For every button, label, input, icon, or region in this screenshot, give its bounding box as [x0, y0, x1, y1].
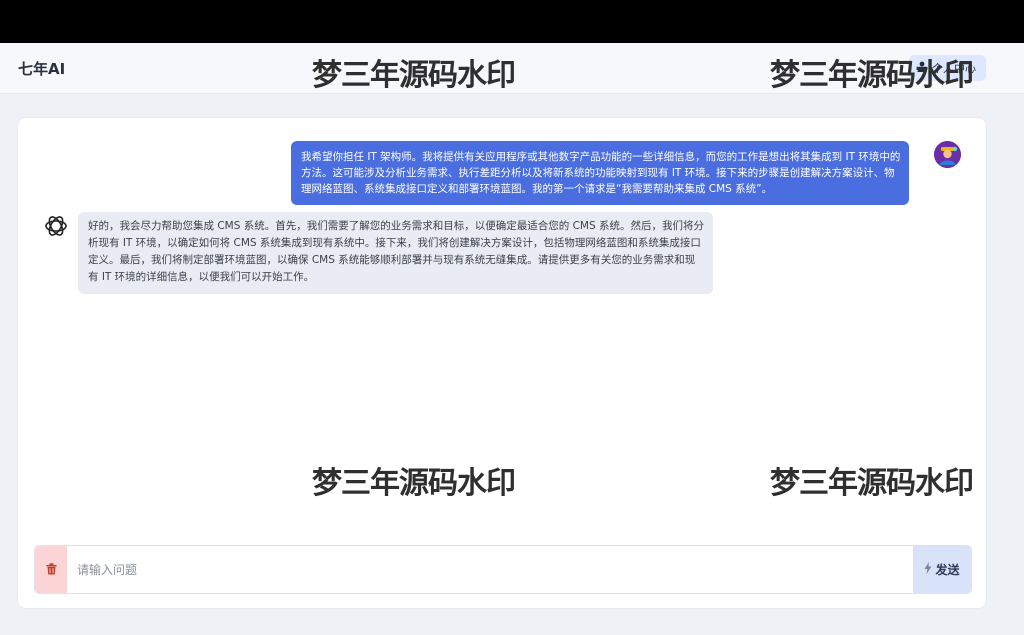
- user-avatar: [934, 141, 961, 168]
- user-message: 我希望你担任 IT 架构师。我将提供有关应用程序或其他数字产品功能的一些详细信息…: [291, 141, 909, 205]
- watermark: 梦三年源码水印: [770, 466, 974, 501]
- top-black-bar: [0, 0, 1024, 43]
- watermark: 梦三年源码水印: [312, 58, 516, 93]
- send-label: 发送: [935, 563, 960, 577]
- composer: 发送: [34, 545, 972, 594]
- send-button[interactable]: 发送: [913, 546, 971, 593]
- user-avatar-icon: [934, 141, 961, 168]
- lightning-icon: [924, 562, 932, 577]
- watermark: 梦三年源码水印: [312, 466, 516, 501]
- question-input[interactable]: [67, 546, 907, 593]
- brand-title: 七年AI: [18, 60, 66, 78]
- openai-logo-icon: [42, 212, 70, 240]
- assistant-message: 好的，我会尽力帮助您集成 CMS 系统。首先，我们需要了解您的业务需求和目标，以…: [78, 212, 713, 294]
- chat-panel: 我希望你担任 IT 架构师。我将提供有关应用程序或其他数字产品功能的一些详细信息…: [18, 118, 986, 608]
- watermark: 梦三年源码水印: [770, 58, 974, 93]
- clear-button[interactable]: [35, 546, 67, 593]
- trash-icon: [46, 560, 57, 579]
